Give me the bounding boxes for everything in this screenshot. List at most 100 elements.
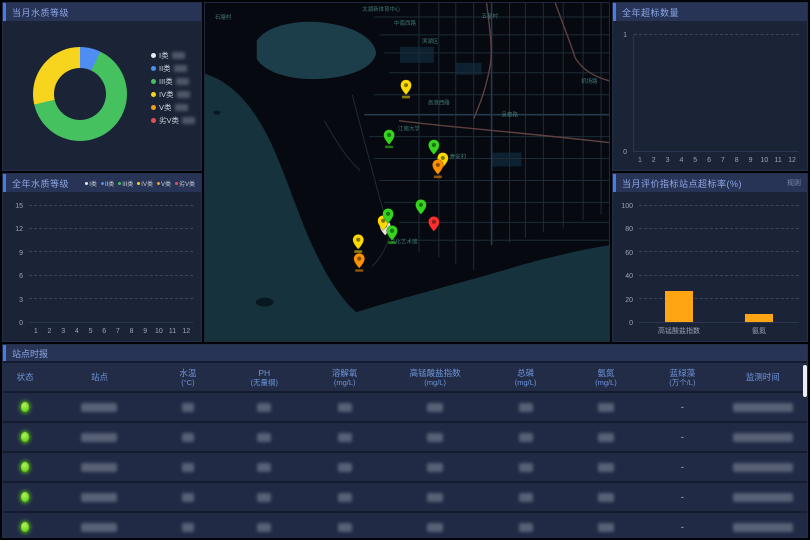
- column-unit: (mg/L): [515, 378, 537, 387]
- map-place-label: 五星村: [482, 12, 499, 20]
- legend-dot: [151, 118, 156, 123]
- legend-value-redacted: [174, 65, 187, 72]
- y-tick-label: 40: [625, 273, 633, 280]
- legend-dot: [151, 79, 156, 84]
- table-cell: [47, 523, 152, 532]
- table-cell: [224, 523, 304, 532]
- algae-value: -: [681, 462, 684, 472]
- table-row[interactable]: -: [3, 453, 807, 481]
- legend-dot: [137, 182, 140, 185]
- map-panel[interactable]: 石塘村太湖新体育中心中南西路滨湖区五星村机场路高浪西路江南大学吴都路寿安村文化艺…: [204, 2, 610, 342]
- gridline: [29, 205, 193, 206]
- y-tick-label: 9: [19, 250, 23, 257]
- y-tick-label: 12: [15, 226, 23, 233]
- x-tick-label: 11: [771, 154, 785, 166]
- algae-value: -: [681, 492, 684, 502]
- status-ok-dot: [20, 521, 30, 533]
- table-cell: [304, 463, 384, 472]
- x-tick-label: 10: [757, 154, 771, 166]
- table-cell: [224, 403, 304, 412]
- bar[interactable]: [665, 291, 693, 322]
- table-cell: [566, 403, 646, 412]
- table-cell: [152, 403, 224, 412]
- column-label: 总磷: [517, 368, 534, 378]
- redacted-value: [338, 463, 352, 472]
- table-cell: [485, 433, 565, 442]
- legend-item: III类: [151, 75, 195, 88]
- city-map[interactable]: 石塘村太湖新体育中心中南西路滨湖区五星村机场路高浪西路江南大学吴都路寿安村文化艺…: [205, 3, 609, 341]
- table-cell: [719, 433, 807, 442]
- x-tick-label: 12: [785, 154, 799, 166]
- table-cell: [566, 493, 646, 502]
- redacted-value: [733, 403, 793, 412]
- x-tick-label: 11: [166, 325, 180, 337]
- gridline: [639, 205, 799, 206]
- y-tick-label: 20: [625, 297, 633, 304]
- legend-item: IV类: [151, 88, 195, 101]
- table-cell: [304, 403, 384, 412]
- x-tick-label: 1: [633, 154, 647, 166]
- x-tick-label: 7: [111, 325, 125, 337]
- table-scrollbar-thumb[interactable]: [803, 365, 807, 397]
- table-row[interactable]: -: [3, 423, 807, 451]
- x-tick-label: 2: [647, 154, 661, 166]
- bar[interactable]: [745, 314, 773, 322]
- table-cell: [224, 463, 304, 472]
- x-tick-label: 高锰酸盐指数: [639, 325, 719, 337]
- gridline: [29, 251, 193, 252]
- redacted-value: [427, 463, 443, 472]
- legend-item: I类: [151, 49, 195, 62]
- legend-value-redacted: [176, 78, 189, 85]
- legend-label: II类: [159, 63, 171, 74]
- column-unit: (无量纲): [251, 378, 279, 387]
- redacted-value: [338, 523, 352, 532]
- table-cell: [304, 523, 384, 532]
- gridline: [29, 298, 193, 299]
- table-row[interactable]: -: [3, 393, 807, 421]
- legend-label: IV类: [141, 179, 153, 188]
- map-island: [256, 298, 274, 307]
- legend-item: V类: [151, 101, 195, 114]
- table-cell: [485, 493, 565, 502]
- table-cell: [385, 523, 486, 532]
- x-tick-label: 12: [179, 325, 193, 337]
- map-place-label: 吴都路: [502, 111, 519, 119]
- redacted-value: [182, 433, 194, 442]
- table-cell: [485, 403, 565, 412]
- legend-label: 劣V类: [159, 115, 179, 126]
- legend-dot: [175, 182, 178, 185]
- monthly-rate-chart: 020406080100 高锰酸盐指数氨氮: [639, 202, 799, 337]
- panel-header: 当月评价指标站点超标率(%) 规则: [613, 174, 807, 192]
- table-row[interactable]: -: [3, 513, 807, 537]
- y-tick-label: 6: [19, 273, 23, 280]
- donut-chart: [33, 47, 127, 141]
- panel-title: 全年水质等级: [12, 177, 69, 190]
- column-label: 蓝绿藻: [670, 368, 696, 378]
- status-ok-dot: [20, 401, 30, 413]
- column-unit: (mg/L): [424, 378, 446, 387]
- table-cell: [3, 461, 47, 473]
- donut-legend: I类II类III类IV类V类劣V类: [151, 49, 195, 127]
- legend-value-redacted: [177, 91, 190, 98]
- panel-header: 当月水质等级: [3, 3, 201, 21]
- table-cell: [47, 493, 152, 502]
- column-unit: (万个/L): [669, 378, 695, 387]
- y-tick-label: 100: [621, 203, 633, 210]
- panel-header: 全年超标数量: [613, 3, 807, 21]
- table-row[interactable]: -: [3, 483, 807, 511]
- x-tick-label: 10: [152, 325, 166, 337]
- redacted-value: [598, 463, 614, 472]
- legend-item: I类: [85, 179, 97, 188]
- station-report-table: 站点时报 状态站点水温(°C)PH(无量纲)溶解氧(mg/L)高锰酸盐指数(mg…: [2, 344, 808, 538]
- y-axis: 03691215: [5, 206, 25, 323]
- panel-monthly-water-grade: 当月水质等级 I类II类III类IV类V类劣V类: [2, 2, 202, 171]
- legend-dot: [101, 182, 104, 185]
- legend-item: II类: [151, 62, 195, 75]
- legend-label: V类: [161, 179, 171, 188]
- legend-item: 劣V类: [175, 179, 195, 188]
- rules-link[interactable]: 规则: [787, 178, 801, 188]
- redacted-value: [81, 523, 117, 532]
- column-header: 站点: [47, 372, 152, 382]
- legend-value-redacted: [182, 117, 195, 124]
- redacted-value: [427, 523, 443, 532]
